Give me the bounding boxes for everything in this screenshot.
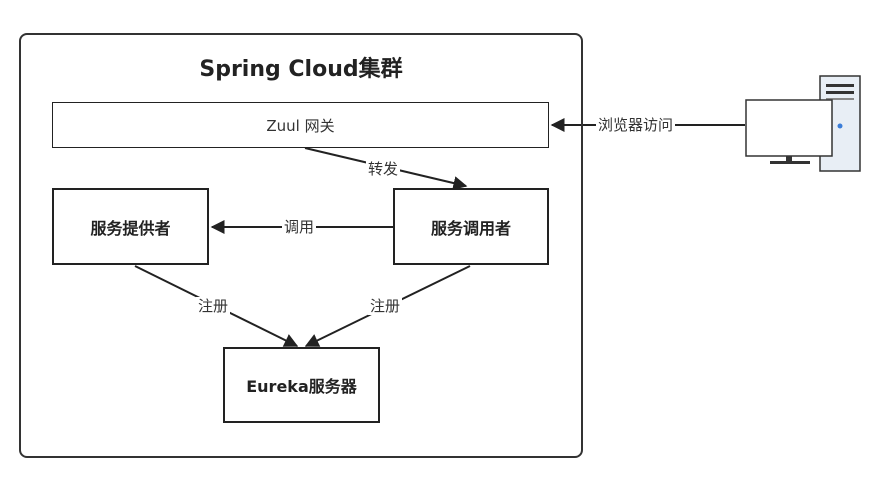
service-consumer-node[interactable]: 服务调用者 [393, 188, 549, 265]
edge-label-browser-access: 浏览器访问 [596, 116, 676, 134]
zuul-gateway-label: Zuul 网关 [266, 116, 335, 135]
zuul-gateway-node[interactable]: Zuul 网关 [52, 102, 549, 148]
service-provider-label: 服务提供者 [90, 218, 171, 238]
edge-label-forward: 转发 [366, 160, 401, 178]
cluster-title: Spring Cloud集群 [199, 57, 403, 82]
eureka-server-node[interactable]: Eureka服务器 [223, 347, 380, 423]
desktop-computer-icon [745, 75, 861, 172]
service-consumer-label: 服务调用者 [430, 218, 511, 238]
edge-label-register-provider: 注册 [196, 297, 231, 315]
service-provider-node[interactable]: 服务提供者 [52, 188, 209, 265]
eureka-server-label: Eureka服务器 [246, 377, 357, 396]
edge-label-register-consumer: 注册 [368, 297, 403, 315]
edge-label-invoke: 调用 [282, 218, 317, 236]
